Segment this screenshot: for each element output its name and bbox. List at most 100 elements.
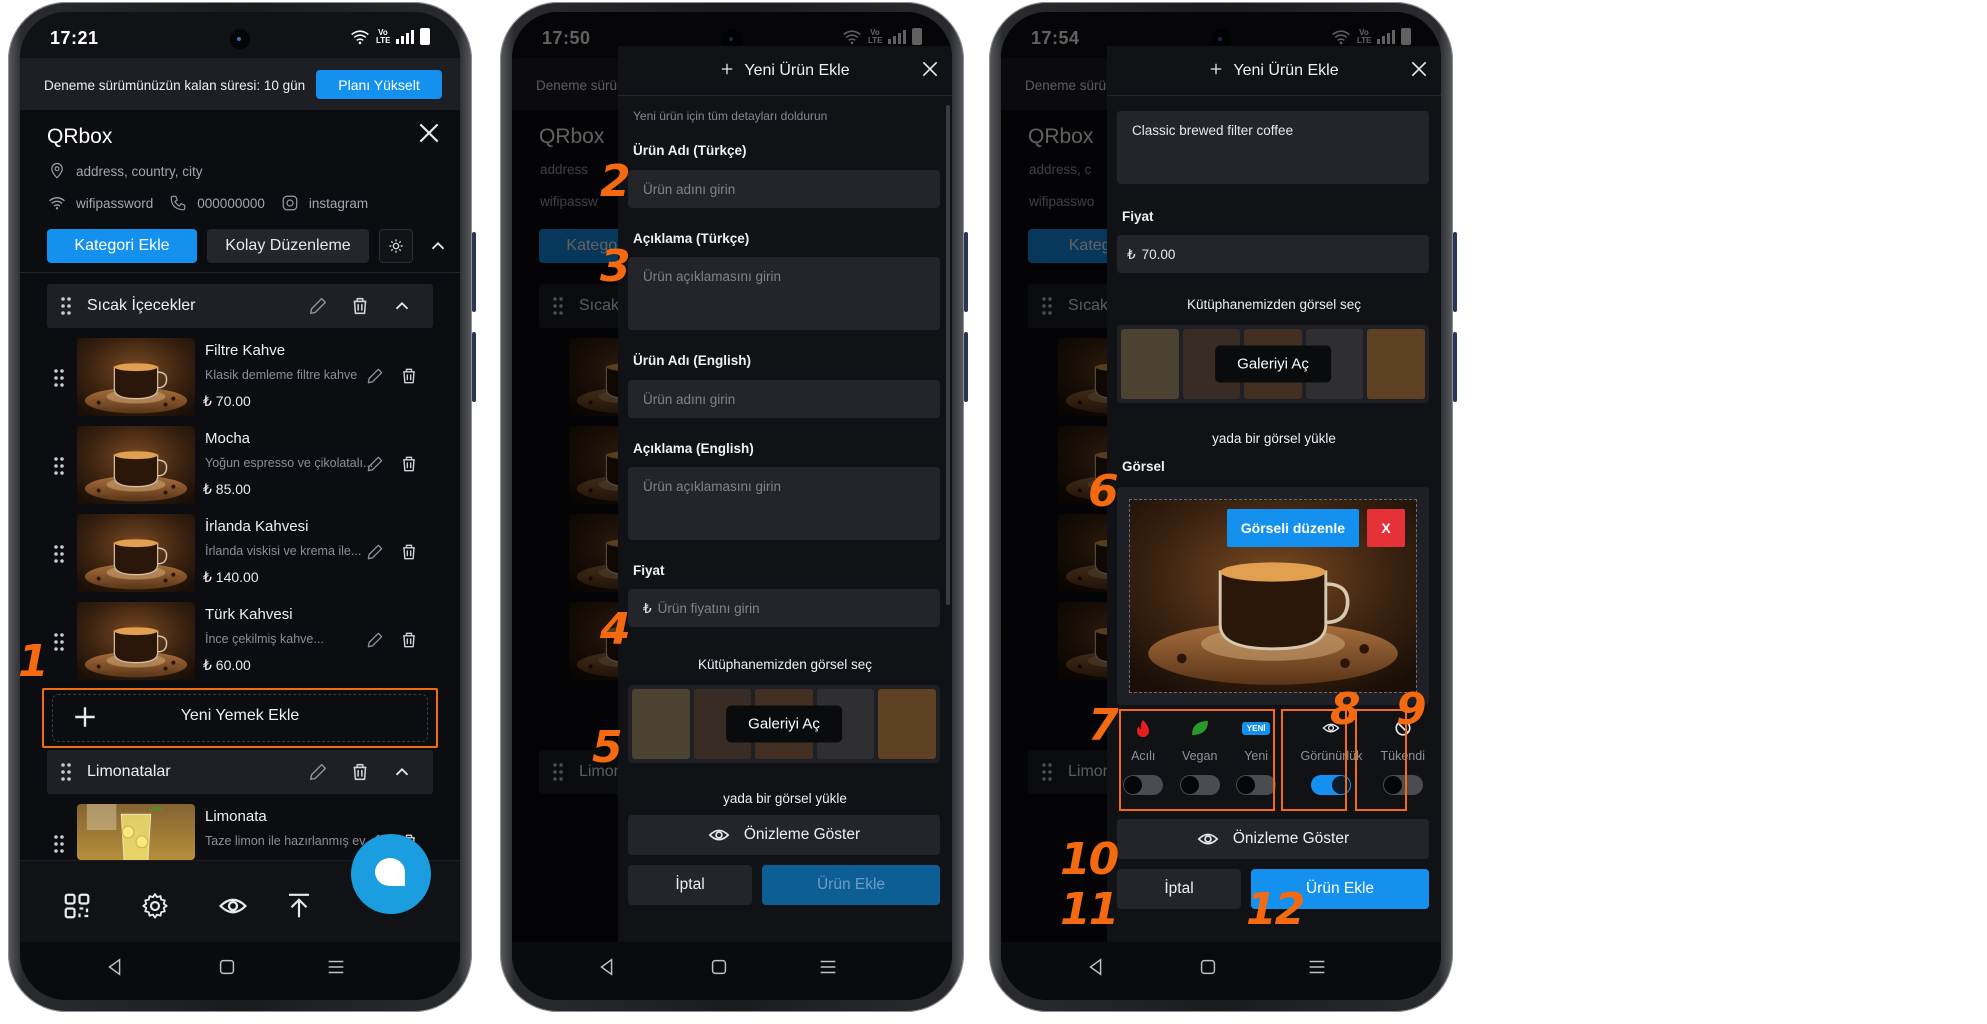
cancel-button[interactable]: İptal (1117, 869, 1241, 909)
category-header[interactable]: Limonatalar (47, 750, 433, 794)
drag-handle-icon[interactable] (59, 296, 73, 316)
name-tr-input[interactable]: Ürün adını girin (628, 170, 940, 208)
preview-button[interactable]: Önizleme Göster (628, 815, 940, 855)
close-icon[interactable] (416, 120, 442, 146)
theme-toggle-button[interactable] (379, 229, 413, 263)
close-icon[interactable] (1409, 59, 1429, 79)
edit-category-icon[interactable] (307, 761, 329, 783)
plus-icon (720, 62, 734, 76)
delete-category-icon[interactable] (349, 295, 371, 317)
close-icon[interactable] (920, 59, 940, 79)
back-icon[interactable] (104, 956, 126, 978)
annotation-5: 5 (592, 722, 623, 773)
signal-icon (396, 29, 414, 44)
name-tr-label: Ürün Adı (Türkçe) (633, 143, 747, 158)
upload-label: yada bir görsel yükle (1212, 431, 1336, 446)
edit-image-button[interactable]: Görseli düzenle (1226, 509, 1359, 547)
home-icon[interactable] (708, 956, 730, 978)
name-en-input[interactable]: Ürün adını girin (628, 380, 940, 418)
chat-button[interactable] (351, 834, 431, 914)
back-icon[interactable] (596, 956, 618, 978)
delete-item-icon[interactable] (399, 454, 419, 474)
system-nav-bar (512, 942, 952, 1000)
delete-item-icon[interactable] (399, 542, 419, 562)
drag-handle-icon[interactable] (53, 544, 65, 564)
drag-handle-icon[interactable] (59, 762, 73, 782)
chevron-up-icon[interactable] (391, 295, 413, 317)
upgrade-plan-button[interactable]: Planı Yükselt (316, 70, 442, 99)
annotation-6: 6 (1088, 466, 1119, 517)
delete-item-icon[interactable] (399, 630, 419, 650)
price-input[interactable]: ₺ 70.00 (1117, 235, 1429, 273)
phone-number: 000000000 (197, 195, 265, 211)
drag-handle-icon[interactable] (53, 632, 65, 652)
name-en-label: Ürün Adı (English) (633, 353, 751, 368)
wifi-password: wifipassword (76, 195, 154, 211)
system-nav-bar (1001, 942, 1441, 1000)
recents-icon[interactable] (817, 956, 839, 978)
phone-2: 17:50 Vo LTE Deneme sürümü QRbox address… (500, 2, 968, 1012)
edit-category-icon[interactable] (307, 295, 329, 317)
menu-item[interactable]: Türk Kahvesi İnce çekilmiş kahve... ₺ 60… (47, 602, 433, 682)
submit-button-disabled[interactable]: Ürün Ekle (762, 865, 940, 905)
sun-icon (389, 239, 403, 253)
home-icon[interactable] (1197, 956, 1219, 978)
drawer-header: Yeni Ürün Ekle (618, 46, 952, 96)
item-name: Mocha (205, 430, 251, 447)
price-placeholder: Ürün fiyatını girin (657, 601, 760, 616)
open-gallery-button[interactable]: Galeriyi Aç (1215, 345, 1331, 383)
add-item-button[interactable]: Yeni Yemek Ekle (42, 688, 438, 748)
scroll-top-icon[interactable] (284, 891, 314, 921)
toolbar: Kategori Ekle Kolay Düzenleme (47, 229, 453, 263)
cancel-button[interactable]: İptal (628, 865, 752, 905)
drag-handle-icon[interactable] (53, 456, 65, 476)
lira-icon: ₺ (1127, 247, 1136, 262)
drag-handle-icon[interactable] (53, 834, 65, 854)
category-name: Sıcak İçecekler (87, 297, 196, 314)
eye-icon[interactable] (218, 891, 248, 921)
front-camera (230, 29, 250, 49)
recents-icon[interactable] (1306, 956, 1328, 978)
image-library[interactable]: Galeriyi Aç (1117, 325, 1429, 403)
price-input[interactable]: ₺ Ürün fiyatını girin (628, 589, 940, 627)
image-library[interactable]: Galeriyi Aç (628, 685, 940, 763)
chevron-up-icon[interactable] (391, 761, 413, 783)
category-header[interactable]: Sıcak İçecekler (47, 284, 433, 328)
drag-handle-icon[interactable] (53, 368, 65, 388)
preview-button[interactable]: Önizleme Göster (1117, 819, 1429, 859)
recents-icon[interactable] (325, 956, 347, 978)
volume-button (1453, 232, 1457, 312)
delete-category-icon[interactable] (349, 761, 371, 783)
remove-image-button[interactable]: X (1367, 509, 1405, 547)
edit-item-icon[interactable] (365, 542, 385, 562)
desc-tr-textarea[interactable]: Ürün açıklamasını girin (628, 257, 940, 330)
phone-1: 17:21 Vo LTE Deneme sürümünüzün kalan sü… (8, 2, 476, 1012)
annotation-7: 7 (1088, 700, 1119, 751)
item-image (77, 804, 195, 860)
edit-item-icon[interactable] (365, 366, 385, 386)
easy-edit-button[interactable]: Kolay Düzenleme (207, 229, 369, 263)
menu-item[interactable]: Mocha Yoğun espresso ve çikolatalı... ₺ … (47, 426, 433, 506)
price-label: Fiyat (633, 563, 665, 578)
gear-icon[interactable] (140, 891, 170, 921)
home-icon[interactable] (216, 956, 238, 978)
back-icon[interactable] (1085, 956, 1107, 978)
preview-label: Önizleme Göster (743, 826, 861, 843)
image-upload-area[interactable]: Görseli düzenle X (1117, 487, 1429, 705)
location-pin-icon (51, 162, 63, 179)
desc-en-textarea[interactable]: Classic brewed filter coffee (1117, 111, 1429, 184)
scrollbar[interactable] (946, 105, 950, 605)
desc-en-textarea[interactable]: Ürün açıklamasını girin (628, 467, 940, 540)
collapse-header-button[interactable] (423, 229, 453, 263)
delete-item-icon[interactable] (399, 366, 419, 386)
item-image (77, 338, 195, 416)
open-gallery-button[interactable]: Galeriyi Aç (726, 705, 842, 743)
edit-item-icon[interactable] (365, 454, 385, 474)
qr-code-icon[interactable] (62, 891, 92, 921)
menu-item[interactable]: İrlanda Kahvesi İrlanda viskisi ve krema… (47, 514, 433, 594)
item-price: ₺ 70.00 (203, 393, 251, 409)
annotation-1: 1 (18, 636, 49, 687)
menu-item[interactable]: Filtre Kahve Klasik demleme filtre kahve… (47, 338, 433, 418)
add-category-button[interactable]: Kategori Ekle (47, 229, 197, 263)
edit-item-icon[interactable] (365, 630, 385, 650)
